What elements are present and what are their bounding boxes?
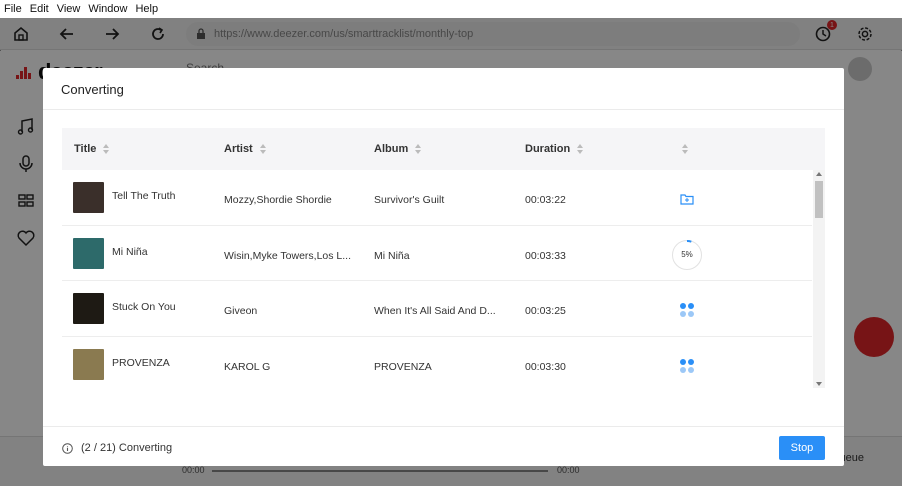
table-row[interactable]: Mi Niña Wisin,Myke Towers,Los L... Mi Ni… [62, 226, 812, 281]
table-header: Title Artist Album Duration [62, 128, 825, 170]
sort-icon[interactable] [103, 144, 110, 154]
track-title: Tell The Truth [112, 190, 176, 202]
footer-divider [43, 426, 844, 427]
track-artist: Mozzy,Shordie Shordie [224, 194, 332, 206]
track-duration: 00:03:25 [525, 305, 566, 317]
scroll-down-arrow[interactable] [816, 382, 822, 386]
track-artist: Giveon [224, 305, 258, 317]
scroll-thumb[interactable] [815, 181, 823, 218]
sort-icon[interactable] [577, 144, 584, 154]
converting-dialog: Converting Title Artist Album Duration T… [43, 68, 844, 466]
open-folder-button[interactable] [672, 184, 702, 214]
track-title: PROVENZA [112, 356, 170, 369]
folder-icon [680, 194, 694, 205]
track-album: PROVENZA [374, 360, 432, 373]
waiting-status [672, 295, 702, 325]
track-duration: 00:03:33 [525, 249, 566, 262]
track-artist: Wisin,Myke Towers,Los L... [224, 249, 352, 262]
conversion-status: (2 / 21) Converting [62, 442, 172, 454]
menu-view[interactable]: View [57, 3, 81, 15]
scroll-up-arrow[interactable] [816, 172, 822, 176]
menu-window[interactable]: Window [88, 3, 127, 15]
sort-icon[interactable] [682, 144, 689, 154]
sort-icon[interactable] [415, 144, 422, 154]
waiting-status [672, 351, 702, 381]
column-title[interactable]: Title [74, 128, 110, 170]
track-album: Mi Niña [374, 249, 410, 262]
progress-arc [686, 239, 692, 243]
menu-edit[interactable]: Edit [30, 3, 49, 15]
column-artist[interactable]: Artist [224, 128, 267, 170]
column-album[interactable]: Album [374, 128, 422, 170]
track-duration: 00:03:30 [525, 360, 566, 373]
track-artist: KAROL G [224, 360, 271, 373]
track-title: Stuck On You [112, 301, 176, 313]
table-row[interactable]: Stuck On You Giveon When It's All Said A… [62, 281, 812, 337]
track-album: Survivor's Guilt [374, 194, 445, 206]
table-row[interactable]: PROVENZA KAROL G PROVENZA 00:03:30 [62, 337, 812, 389]
track-duration: 00:03:22 [525, 194, 566, 206]
menu-bar: File Edit View Window Help [0, 0, 902, 18]
album-cover [73, 237, 104, 269]
waiting-icon [680, 303, 694, 317]
dialog-title: Converting [61, 82, 124, 97]
conversion-progress: 5% [672, 239, 702, 270]
waiting-icon [680, 358, 694, 373]
column-duration[interactable]: Duration [525, 128, 584, 170]
track-title: Mi Niña [112, 245, 148, 258]
stop-button[interactable]: Stop [779, 436, 825, 460]
conversion-status-text: (2 / 21) Converting [81, 442, 173, 454]
column-status[interactable] [675, 128, 689, 170]
album-cover [73, 293, 104, 324]
dialog-divider [43, 109, 844, 110]
track-list: Tell The Truth Mozzy,Shordie Shordie Sur… [62, 170, 825, 388]
menu-file[interactable]: File [4, 3, 22, 15]
table-scrollbar[interactable] [813, 170, 825, 388]
sort-icon[interactable] [259, 144, 267, 154]
menu-help[interactable]: Help [135, 3, 158, 15]
table-row[interactable]: Tell The Truth Mozzy,Shordie Shordie Sur… [62, 170, 812, 226]
progress-ring: 5% [672, 239, 702, 270]
track-album: When It's All Said And D... [374, 305, 496, 317]
album-cover [73, 182, 104, 213]
album-cover [73, 348, 104, 380]
info-icon [62, 442, 73, 454]
